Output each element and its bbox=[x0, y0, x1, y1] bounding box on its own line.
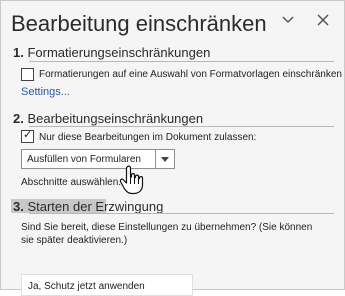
section-formatting-title: 1. Formatierungseinschränkungen bbox=[13, 45, 210, 60]
restrict-editing-pane: Bearbeitung einschränken 1. Formatierung… bbox=[0, 0, 345, 296]
editing-restriction-label: Nur diese Bearbeitungen im Dokument zula… bbox=[39, 132, 257, 143]
editing-restriction-checkbox[interactable]: ✓ bbox=[21, 129, 34, 143]
dropdown-value: Ausfüllen von Formularen bbox=[27, 154, 141, 165]
section-divider bbox=[29, 213, 334, 214]
close-icon[interactable] bbox=[314, 11, 332, 29]
section-label: Starten der Erzwingung bbox=[27, 199, 164, 214]
dropdown-divider bbox=[155, 150, 156, 168]
section-number: 1. bbox=[13, 45, 24, 60]
formatting-restriction-label: Formatierungen auf eine Auswahl von Form… bbox=[39, 69, 342, 80]
checkmark-icon: ✓ bbox=[23, 129, 33, 141]
chevron-down-icon[interactable] bbox=[161, 157, 169, 162]
section-number: 3. bbox=[13, 199, 24, 214]
hand-cursor-icon bbox=[119, 165, 144, 195]
section-label: Bearbeitungseinschränkungen bbox=[27, 111, 204, 126]
section-divider bbox=[29, 61, 334, 62]
section-enforcement-title: 3. Starten der Erzwingung bbox=[13, 199, 163, 214]
enforcement-description: Sind Sie bereit, diese Einstellungen zu … bbox=[21, 222, 313, 246]
editing-type-dropdown[interactable]: Ausfüllen von Formularen bbox=[21, 149, 175, 169]
section-number: 2. bbox=[13, 111, 24, 126]
section-divider bbox=[29, 126, 334, 127]
pane-title: Bearbeitung einschränken bbox=[11, 11, 267, 36]
formatting-restriction-checkbox[interactable] bbox=[21, 68, 34, 81]
section-label: Formatierungseinschränkungen bbox=[27, 45, 211, 60]
settings-link[interactable]: Settings... bbox=[21, 86, 70, 98]
apply-protection-button[interactable]: Ja, Schutz jetzt anwenden bbox=[21, 274, 193, 296]
section-editing-title: 2. Bearbeitungseinschränkungen bbox=[13, 111, 203, 126]
chevron-down-icon[interactable] bbox=[279, 11, 297, 29]
select-sections-link[interactable]: Abschnitte auswählen... bbox=[21, 177, 127, 188]
